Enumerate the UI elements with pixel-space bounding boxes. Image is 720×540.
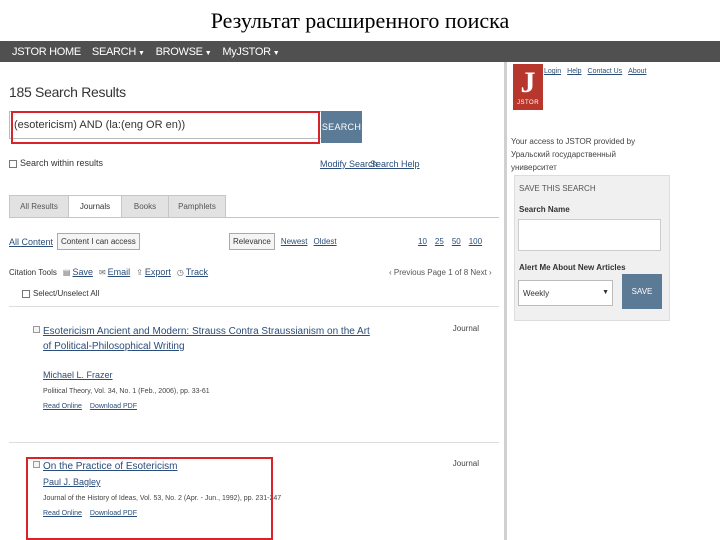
results-sidebar: J JSTOR Login Help Contact Us About Your… [508, 62, 720, 540]
result-citation: Journal of the History of Ideas, Vol. 53… [43, 495, 282, 502]
filter-content-i-can-access[interactable]: Content I can access [57, 233, 140, 250]
login-link[interactable]: Login [544, 68, 561, 75]
per-page-10[interactable]: 10 [418, 237, 427, 246]
filter-all-content[interactable]: All Content [9, 237, 53, 247]
tabs-divider [9, 217, 499, 218]
result-divider [9, 442, 499, 443]
result-type-label: Journal [452, 324, 479, 333]
search-name-input[interactable] [518, 219, 661, 251]
caret-down-icon: ▼ [272, 49, 280, 57]
sort-options: Relevance Newest Oldest [229, 233, 343, 250]
sort-oldest[interactable]: Oldest [314, 237, 337, 246]
caret-down-icon: ▼ [137, 49, 145, 57]
save-search-title: SAVE THIS SEARCH [519, 184, 596, 193]
nav-browse[interactable]: BROWSE ▼ [156, 46, 212, 58]
save-search-panel: SAVE THIS SEARCH Search Name Alert Me Ab… [514, 175, 670, 321]
nav-jstor-home[interactable]: JSTOR HOME [12, 46, 81, 58]
result-author-link[interactable]: Michael L. Frazer [43, 370, 113, 380]
search-input[interactable]: (esotericism) AND (la:(eng OR en)) [9, 111, 322, 139]
result-checkbox[interactable] [33, 461, 40, 468]
result-title-link[interactable]: On the Practice of Esotericism [43, 459, 373, 474]
result-citation: Political Theory, Vol. 34, No. 1 (Feb., … [43, 388, 210, 395]
search-button[interactable]: SEARCH [321, 111, 362, 143]
download-pdf-link[interactable]: Download PDF [90, 510, 137, 517]
alert-frequency-select[interactable]: Weekly ▼ [518, 280, 613, 306]
top-navigation-bar: JSTOR HOME SEARCH ▼ BROWSE ▼ MyJSTOR ▼ [0, 41, 720, 62]
result-item: Journal Esotericism Ancient and Modern: … [33, 324, 483, 424]
nav-myjstor[interactable]: MyJSTOR ▼ [222, 46, 279, 58]
email-icon: ✉ [98, 267, 106, 277]
result-type-label: Journal [452, 459, 479, 468]
tab-books[interactable]: Books [121, 195, 168, 218]
alert-label: Alert Me About New Articles [519, 263, 626, 272]
select-all-checkbox[interactable] [22, 289, 30, 298]
dropdown-arrow-icon: ▼ [602, 289, 609, 296]
tab-journals[interactable]: Journals [68, 195, 121, 218]
contact-us-link[interactable]: Contact Us [588, 68, 623, 75]
save-icon: ▤ [62, 267, 71, 277]
result-checkbox[interactable] [33, 326, 40, 333]
sort-relevance[interactable]: Relevance [229, 233, 275, 250]
export-citation-button[interactable]: ⇪ Export [136, 267, 171, 277]
search-within-checkbox[interactable] [9, 159, 17, 168]
modify-search-link[interactable]: Modify Search [320, 159, 378, 169]
citation-tools-label: Citation Tools [9, 267, 57, 277]
tab-pamphlets[interactable]: Pamphlets [168, 195, 226, 218]
select-all-row: Select/Unselect All [22, 289, 99, 298]
result-type-tabs: All Results Journals Books Pamphlets [9, 195, 226, 218]
per-page-50[interactable]: 50 [452, 237, 461, 246]
institution-access-text: Your access to JSTOR provided by Уральск… [511, 137, 636, 172]
email-citation-button[interactable]: ✉ Email [99, 267, 130, 277]
about-link[interactable]: About [628, 68, 646, 75]
result-divider [9, 306, 499, 307]
track-citation-button[interactable]: ◷ Track [177, 267, 208, 277]
jstor-logo[interactable]: J JSTOR [513, 64, 543, 110]
search-within-results: Search within results [9, 158, 103, 168]
sort-newest[interactable]: Newest [281, 237, 308, 246]
per-page-25[interactable]: 25 [435, 237, 444, 246]
help-link[interactable]: Help [567, 68, 581, 75]
save-search-button[interactable]: SAVE [622, 274, 662, 309]
results-main-column: 185 Search Results (esotericism) AND (la… [0, 62, 505, 540]
result-item: Journal On the Practice of Esotericism P… [33, 459, 483, 539]
result-author-link[interactable]: Paul J. Bagley [43, 477, 101, 487]
results-per-page: 10 25 50 100 [418, 237, 490, 246]
results-count-title: 185 Search Results [9, 84, 126, 100]
result-actions: Read Online Download PDF [43, 403, 145, 410]
per-page-100[interactable]: 100 [469, 237, 482, 246]
search-help-link[interactable]: Search Help [370, 159, 420, 169]
caret-down-icon: ▼ [204, 49, 212, 57]
nav-search[interactable]: SEARCH ▼ [92, 46, 145, 58]
utility-links: Login Help Contact Us About [544, 68, 652, 75]
tab-all-results[interactable]: All Results [9, 195, 68, 218]
export-icon: ⇪ [136, 267, 143, 277]
read-online-link[interactable]: Read Online [43, 510, 82, 517]
download-pdf-link[interactable]: Download PDF [90, 403, 137, 410]
pagination[interactable]: ‹ Previous Page 1 of 8 Next › [389, 268, 492, 277]
column-divider [504, 62, 507, 540]
result-actions: Read Online Download PDF [43, 510, 145, 517]
track-icon: ◷ [176, 267, 184, 277]
slide-title: Результат расширенного поиска [210, 8, 510, 33]
search-name-label: Search Name [519, 205, 570, 214]
access-filter: All Content Content I can access [9, 233, 140, 250]
save-citation-button[interactable]: ▤ Save [63, 267, 93, 277]
read-online-link[interactable]: Read Online [43, 403, 82, 410]
citation-tools: Citation Tools ▤ Save ✉ Email ⇪ Export ◷ Tra… [9, 267, 208, 277]
result-title-link[interactable]: Esotericism Ancient and Modern: Strauss … [43, 324, 373, 354]
